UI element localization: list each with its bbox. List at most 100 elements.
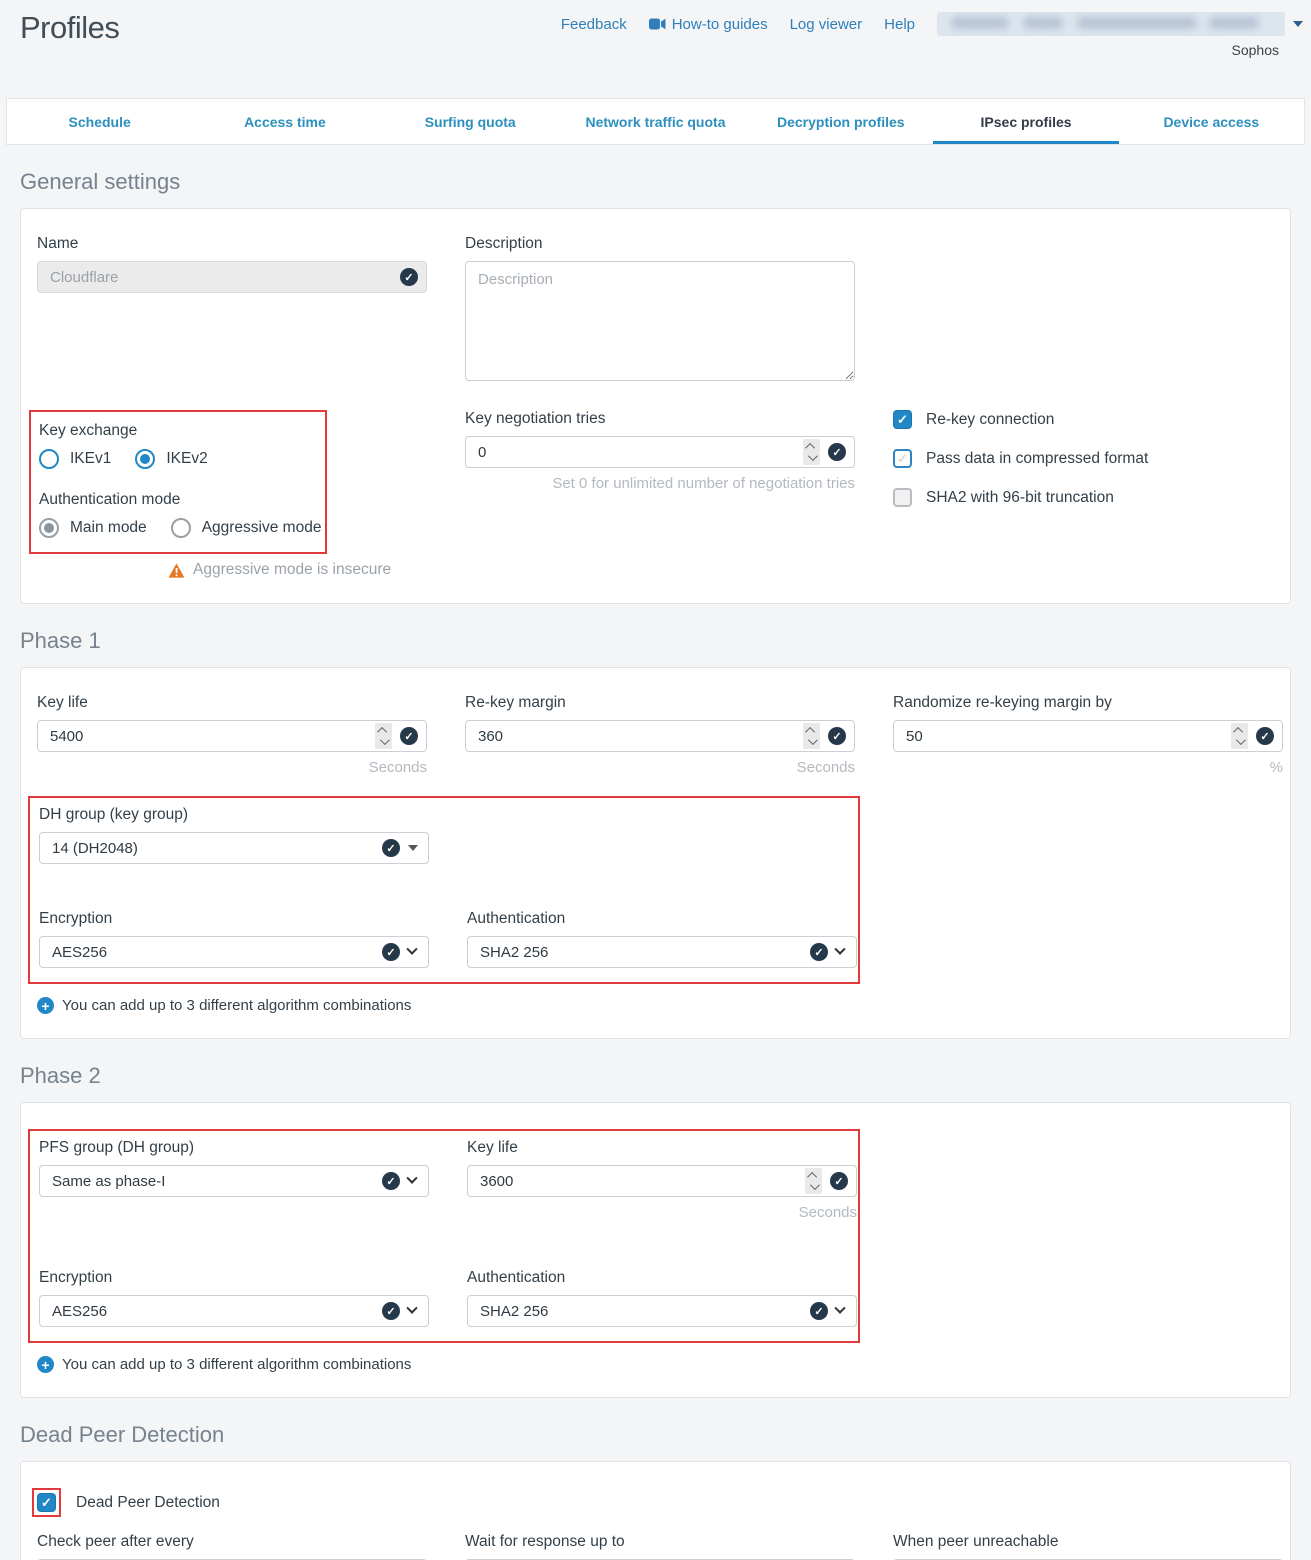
dpd-checkbox-highlight-box: ✓ [32, 1488, 61, 1517]
description-label: Description [465, 235, 855, 253]
tab-device-access[interactable]: Device access [1119, 99, 1304, 144]
radio-aggressive-mode-label[interactable]: Aggressive mode [202, 519, 322, 537]
p1-key-life-input[interactable] [38, 728, 375, 745]
p1-key-life-label: Key life [37, 694, 427, 712]
key-negotiation-input[interactable] [466, 444, 803, 461]
blurred-text [1209, 17, 1259, 29]
p2-authentication-label: Authentication [467, 1269, 857, 1287]
p1-authentication-select[interactable]: SHA2 256 ✓ [467, 936, 857, 968]
valid-check-icon: ✓ [400, 268, 418, 286]
phase2-card: PFS group (DH group) Same as phase-I ✓ K… [20, 1102, 1291, 1398]
p1-rekey-margin-input[interactable] [466, 728, 803, 745]
key-negotiation-helper: Set 0 for unlimited number of negotiatio… [465, 475, 855, 492]
valid-check-icon: ✓ [400, 727, 418, 745]
p1-dh-group-select[interactable]: 14 (DH2048) ✓ [39, 832, 429, 864]
chevron-down-icon [406, 1303, 417, 1314]
phase2-heading: Phase 2 [20, 1063, 1291, 1089]
howto-guides-link[interactable]: How-to guides [649, 16, 768, 33]
tab-network-traffic-quota[interactable]: Network traffic quota [563, 99, 748, 144]
phase1-heading: Phase 1 [20, 628, 1291, 654]
tab-schedule[interactable]: Schedule [7, 99, 192, 144]
p1-dh-group-label: DH group (key group) [39, 806, 429, 824]
tab-access-time[interactable]: Access time [192, 99, 377, 144]
stepper-control[interactable] [1231, 723, 1248, 749]
p1-key-life-unit: Seconds [37, 759, 427, 776]
chevron-down-icon[interactable] [1293, 21, 1303, 27]
valid-check-icon: ✓ [382, 943, 400, 961]
radio-ikev1[interactable] [39, 449, 59, 469]
radio-main-mode[interactable] [39, 518, 59, 538]
log-viewer-link[interactable]: Log viewer [790, 16, 863, 33]
dpd-toggle-label[interactable]: Dead Peer Detection [76, 1494, 220, 1512]
p1-add-note: You can add up to 3 different algorithm … [62, 997, 411, 1014]
key-exchange-label: Key exchange [39, 422, 325, 440]
when-unreachable-label: When peer unreachable [893, 1533, 1283, 1551]
p1-randomize-input[interactable] [894, 728, 1231, 745]
valid-check-icon: ✓ [382, 1172, 400, 1190]
tab-surfing-quota[interactable]: Surfing quota [378, 99, 563, 144]
help-link[interactable]: Help [884, 16, 915, 33]
add-combination-icon[interactable]: + [37, 997, 54, 1014]
brand-label: Sophos [1232, 42, 1279, 58]
p1-randomize-label: Randomize re-keying margin by [893, 694, 1283, 712]
sha2-truncation-checkbox[interactable] [893, 488, 912, 507]
chevron-down-icon [834, 944, 845, 955]
p2-add-note: You can add up to 3 different algorithm … [62, 1356, 411, 1373]
radio-main-mode-label[interactable]: Main mode [70, 519, 147, 537]
chevron-down-icon [408, 845, 418, 851]
valid-check-icon: ✓ [828, 443, 846, 461]
valid-check-icon: ✓ [830, 1172, 848, 1190]
sha2-truncation-label[interactable]: SHA2 with 96-bit truncation [926, 489, 1114, 507]
valid-check-icon: ✓ [810, 1302, 828, 1320]
p2-pfs-group-label: PFS group (DH group) [39, 1139, 429, 1157]
aggressive-mode-warning: Aggressive mode is insecure [193, 561, 391, 579]
tab-decryption-profiles[interactable]: Decryption profiles [748, 99, 933, 144]
phase1-card: Key life ✓ Seconds Re-key margin ✓ Secon… [20, 667, 1291, 1039]
p2-encryption-select[interactable]: AES256 ✓ [39, 1295, 429, 1327]
stepper-control[interactable] [805, 1168, 822, 1194]
account-menu[interactable] [937, 12, 1285, 36]
valid-check-icon: ✓ [382, 839, 400, 857]
radio-ikev2-label[interactable]: IKEv2 [166, 450, 207, 468]
description-input[interactable] [465, 261, 855, 381]
auth-mode-label: Authentication mode [39, 491, 325, 509]
compressed-format-checkbox[interactable]: ✓ [893, 449, 912, 468]
check-peer-label: Check peer after every [37, 1533, 427, 1551]
video-icon [649, 18, 666, 30]
radio-ikev1-label[interactable]: IKEv1 [70, 450, 111, 468]
name-field-wrap: ✓ [37, 261, 427, 293]
profile-tabs: Schedule Access time Surfing quota Netwo… [6, 98, 1305, 145]
rekey-connection-label[interactable]: Re-key connection [926, 411, 1054, 429]
add-combination-icon[interactable]: + [37, 1356, 54, 1373]
key-negotiation-field-wrap: ✓ [465, 436, 855, 468]
valid-check-icon: ✓ [828, 727, 846, 745]
rekey-connection-checkbox[interactable]: ✓ [893, 410, 912, 429]
name-input[interactable] [38, 269, 398, 286]
feedback-link[interactable]: Feedback [561, 16, 627, 33]
blurred-text [951, 17, 1009, 29]
blurred-text [1077, 17, 1197, 29]
p1-algorithms-highlight-box: DH group (key group) 14 (DH2048) ✓ Encry… [28, 796, 860, 984]
p2-key-life-label: Key life [467, 1139, 857, 1157]
chevron-down-icon [834, 1303, 845, 1314]
compressed-format-label[interactable]: Pass data in compressed format [926, 450, 1148, 468]
valid-check-icon: ✓ [382, 1302, 400, 1320]
stepper-control[interactable] [803, 723, 820, 749]
p2-pfs-group-select[interactable]: Same as phase-I ✓ [39, 1165, 429, 1197]
p2-key-life-unit: Seconds [467, 1204, 857, 1221]
p1-encryption-select[interactable]: AES256 ✓ [39, 936, 429, 968]
tab-ipsec-profiles[interactable]: IPsec profiles [933, 99, 1118, 144]
p1-randomize-unit: % [893, 759, 1283, 776]
radio-aggressive-mode[interactable] [171, 518, 191, 538]
dpd-card: ✓ Dead Peer Detection Check peer after e… [20, 1461, 1291, 1560]
dpd-checkbox[interactable]: ✓ [37, 1493, 56, 1512]
radio-ikev2[interactable] [135, 449, 155, 469]
stepper-control[interactable] [803, 439, 820, 465]
p1-rekey-margin-unit: Seconds [465, 759, 855, 776]
chevron-down-icon [406, 1173, 417, 1184]
p1-rekey-margin-field-wrap: ✓ [465, 720, 855, 752]
p2-authentication-select[interactable]: SHA2 256 ✓ [467, 1295, 857, 1327]
stepper-control[interactable] [375, 723, 392, 749]
p1-key-life-field-wrap: ✓ [37, 720, 427, 752]
p2-key-life-input[interactable] [468, 1173, 805, 1190]
